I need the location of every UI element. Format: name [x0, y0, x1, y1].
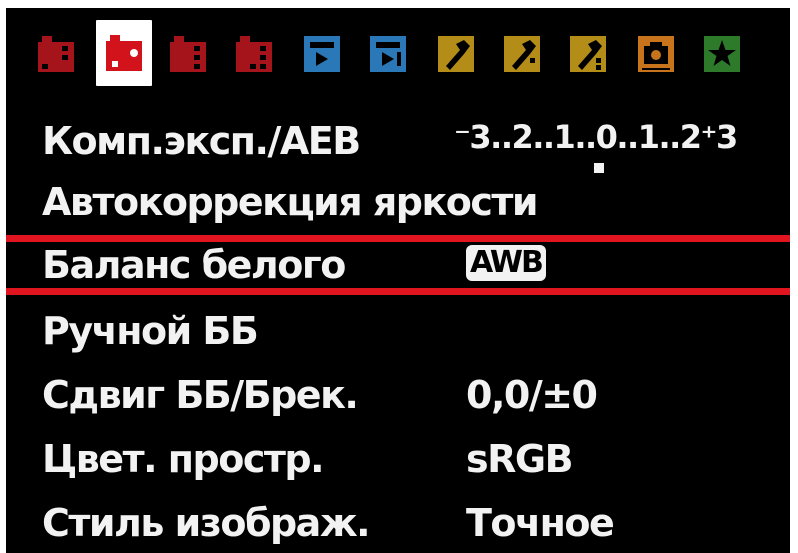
menu-item-value: sRGB: [466, 437, 574, 481]
shooting-camera-icon: [170, 36, 206, 72]
menu-item-label: Стиль изображ.: [42, 501, 371, 545]
menu-item-label: Сдвиг ББ/Брек.: [42, 373, 359, 417]
menu-item-label: Цвет. простр.: [42, 437, 325, 481]
setup-wrench-icon: [570, 36, 606, 72]
tab-setup-3[interactable]: [564, 28, 612, 80]
tab-my-menu[interactable]: [698, 28, 746, 80]
shooting-camera-icon: [236, 36, 272, 72]
menu-tab-strip: [32, 20, 772, 90]
tab-playback-1[interactable]: [298, 28, 346, 80]
tab-live-view[interactable]: [632, 28, 680, 80]
menu-item-picture-style[interactable]: Стиль изображ. Точное: [6, 493, 790, 553]
tab-shooting-3[interactable]: [164, 28, 212, 80]
camera-menu-screen: Комп.эксп./AEB ⁻3..2..1..0..1..2⁺3 Авток…: [6, 8, 790, 553]
menu-item-white-balance[interactable]: Баланс белого AWB: [6, 235, 790, 295]
menu-item-label: Комп.эксп./AEB: [42, 119, 361, 163]
menu-item-custom-wb[interactable]: Ручной ББ: [6, 301, 790, 361]
shooting-camera-icon: [38, 36, 74, 72]
setup-wrench-icon: [504, 36, 540, 72]
playback-icon: [370, 36, 406, 72]
menu-item-value: 0,0/±0: [466, 373, 598, 417]
playback-icon: [304, 36, 340, 72]
menu-item-wb-shift-bracket[interactable]: Сдвиг ББ/Брек. 0,0/±0: [6, 365, 790, 425]
menu-item-exposure-comp-aeb[interactable]: Комп.эксп./AEB ⁻3..2..1..0..1..2⁺3: [6, 111, 790, 173]
my-menu-star-icon: [704, 36, 740, 72]
tab-playback-2[interactable]: [364, 28, 412, 80]
menu-item-value: Точное: [466, 501, 615, 545]
tab-setup-2[interactable]: [498, 28, 546, 80]
setup-wrench-icon: [438, 36, 474, 72]
menu-item-color-space[interactable]: Цвет. простр. sRGB: [6, 429, 790, 489]
live-view-camera-icon: [638, 36, 674, 72]
menu-item-auto-lighting-optimizer[interactable]: Автокоррекция яркости: [6, 172, 790, 232]
exposure-scale: ⁻3..2..1..0..1..2⁺3: [454, 118, 738, 156]
menu-item-value: AWB: [466, 239, 546, 291]
tab-setup-1[interactable]: [432, 28, 480, 80]
menu-item-label: Автокоррекция яркости: [42, 180, 539, 224]
menu-item-label: Баланс белого: [42, 243, 346, 287]
awb-badge: AWB: [466, 245, 546, 281]
menu-item-label: Ручной ББ: [42, 309, 259, 353]
shooting-camera-icon: [106, 35, 142, 71]
tab-shooting-2[interactable]: [96, 20, 152, 86]
tab-shooting-4[interactable]: [230, 28, 278, 80]
tab-shooting-1[interactable]: [32, 28, 80, 80]
